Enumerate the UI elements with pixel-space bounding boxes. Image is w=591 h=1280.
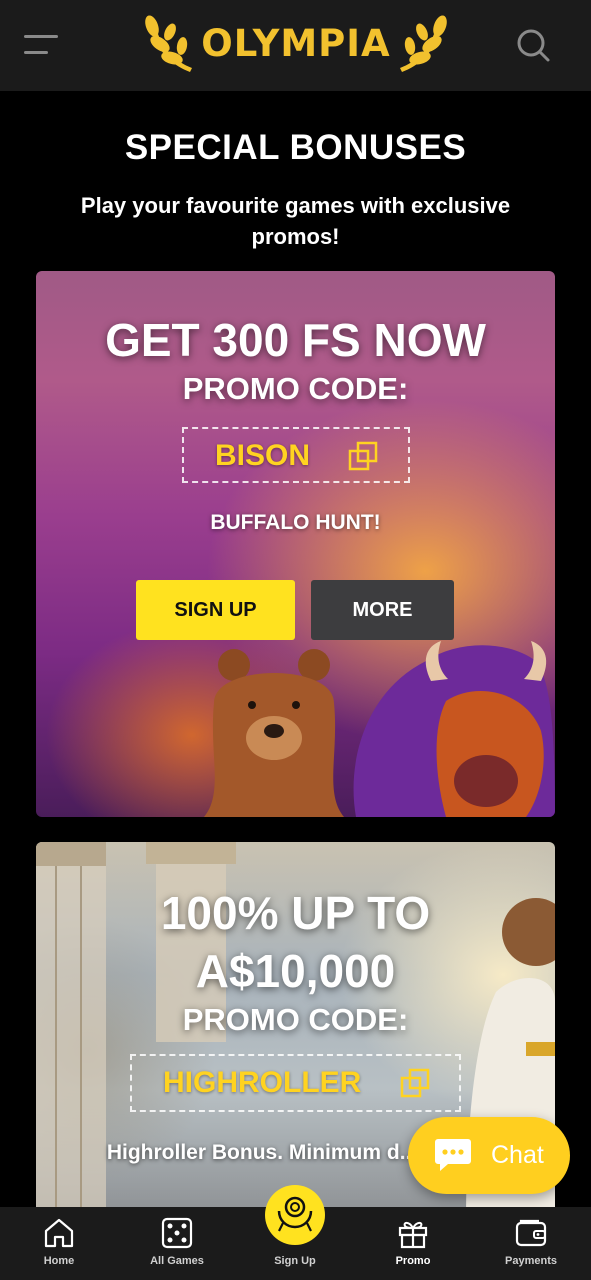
- page-title: SPECIAL BONUSES: [124, 128, 467, 167]
- laurel-icon: [277, 1196, 313, 1232]
- nav-payments-label: Payments: [505, 1255, 557, 1267]
- copy-icon[interactable]: [400, 1068, 430, 1098]
- promo-code-label: PROMO CODE:: [182, 371, 409, 406]
- sign-up-button[interactable]: SIGN UP: [136, 580, 295, 640]
- bear-artwork: [204, 649, 344, 817]
- gift-icon: [398, 1221, 428, 1249]
- home-icon: [44, 1218, 74, 1248]
- nav-all-games[interactable]: All Games: [118, 1207, 236, 1280]
- nav-sign-up-label: Sign Up: [274, 1255, 316, 1267]
- promo-code-value: HIGHROLLER: [163, 1066, 362, 1099]
- promo-code-label: PROMO CODE:: [182, 1002, 409, 1037]
- nav-all-games-label: All Games: [150, 1255, 204, 1267]
- promo-code-box[interactable]: BISON: [182, 427, 410, 483]
- chat-button[interactable]: Chat: [408, 1117, 570, 1194]
- promo-code-box[interactable]: HIGHROLLER: [130, 1054, 461, 1112]
- nav-payments[interactable]: Payments: [472, 1207, 590, 1280]
- promo-card-bison: GET 300 FS NOW PROMO CODE: BISON BUFFALO…: [36, 271, 555, 817]
- search-icon[interactable]: [514, 26, 552, 64]
- olympia-logo[interactable]: OLYMPIA: [144, 14, 448, 76]
- copy-icon[interactable]: [348, 441, 378, 471]
- nav-home-label: Home: [43, 1255, 75, 1267]
- nav-home[interactable]: Home: [0, 1207, 118, 1280]
- promo-code-value: BISON: [215, 439, 311, 472]
- hamburger-menu-icon[interactable]: [24, 30, 60, 60]
- logo-text: OLYMPIA: [201, 22, 391, 65]
- more-button[interactable]: MORE: [311, 580, 454, 640]
- promo-headline-line2: A$10,000: [195, 945, 396, 997]
- promo-headline: GET 300 FS NOW: [105, 314, 486, 366]
- nav-promo[interactable]: Promo: [354, 1207, 472, 1280]
- wallet-icon: [515, 1219, 547, 1247]
- bison-artwork: [353, 641, 555, 817]
- chat-bubble-icon: [435, 1139, 471, 1171]
- promo-headline-line1: 100% UP TO: [160, 887, 431, 939]
- chat-label: Chat: [491, 1141, 544, 1169]
- sign-up-fab[interactable]: [265, 1185, 325, 1245]
- nav-promo-label: Promo: [395, 1255, 431, 1267]
- page-subtitle: Play your favourite games with exclusive…: [80, 193, 511, 249]
- dice-icon: [161, 1217, 193, 1249]
- top-header: OLYMPIA: [0, 0, 591, 91]
- promo-subtitle: BUFFALO HUNT!: [210, 511, 381, 534]
